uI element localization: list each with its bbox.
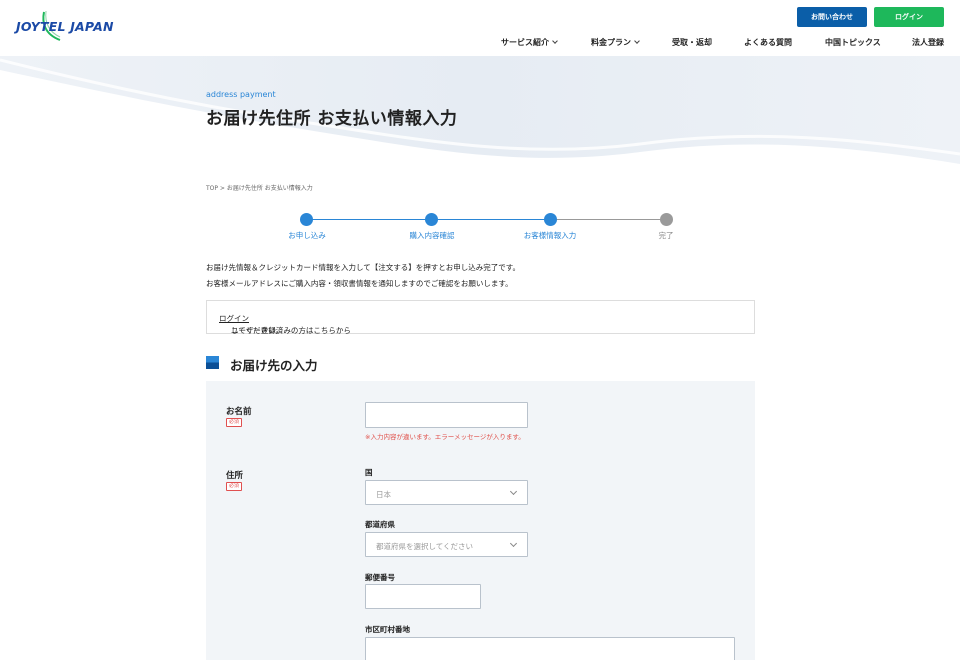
step-label-confirm: 購入内容確認 <box>409 231 455 240</box>
nav-label: サービス紹介 <box>501 38 549 47</box>
city-input[interactable] <box>365 637 735 660</box>
required-badge: 必須 <box>226 418 243 427</box>
section-marker-icon <box>206 356 219 369</box>
stepper-remaining-line <box>550 219 666 220</box>
hero-band <box>0 56 960 196</box>
prefecture-label: 都道府県 <box>365 520 395 529</box>
step-label-apply: お申し込み <box>288 231 326 240</box>
login-notice-box: ユーザー登録済みの方はこちらから ログイン してください。 <box>206 300 755 335</box>
step-dot-apply <box>300 213 313 226</box>
postal-code-input[interactable] <box>365 584 481 609</box>
login-notice-after: してください。 <box>231 326 284 335</box>
nav-faq[interactable]: よくある質問 <box>744 37 792 48</box>
prefecture-select-placeholder: 都道府県を選択してください <box>376 542 474 551</box>
step-label-complete: 完了 <box>658 231 674 240</box>
country-label: 国 <box>365 468 373 477</box>
chevron-down-icon <box>634 38 640 44</box>
city-label: 市区町村番地 <box>365 625 410 634</box>
country-select[interactable]: 日本 <box>365 480 528 505</box>
intro-line-1: お届け先情報＆クレジットカード情報を入力して【注文する】を押すとお申し込み完了で… <box>206 263 521 272</box>
logo-text: JOYTEL JAPAN <box>16 19 114 34</box>
nav-pickup-return[interactable]: 受取・返却 <box>672 37 712 48</box>
hero-wave-background <box>0 56 960 164</box>
required-badge: 必須 <box>226 482 243 491</box>
chevron-down-icon <box>552 38 558 44</box>
hero-subtitle: address payment <box>206 90 276 99</box>
step-dot-confirm <box>425 213 438 226</box>
joytel-logo[interactable]: JOYTEL JAPAN <box>16 10 126 44</box>
nav-service[interactable]: サービス紹介 <box>501 37 558 48</box>
section-title: お届け先の入力 <box>230 358 318 373</box>
page-title: お届け先住所 お支払い情報入力 <box>206 109 458 129</box>
intro-line-2: お客様メールアドレスにご購入内容・領収書情報を通知しますのでご確認をお願いします… <box>206 279 513 288</box>
login-button[interactable]: ログイン <box>874 7 944 27</box>
prefecture-select[interactable]: 都道府県を選択してください <box>365 532 528 557</box>
address-label: 住所 <box>226 471 244 481</box>
country-select-value: 日本 <box>376 490 391 499</box>
name-input[interactable] <box>365 402 528 428</box>
nav-label: 料金プラン <box>591 38 631 47</box>
delivery-form-panel: お名前 必須 ※入力内容が違います。エラーメッセージが入ります。 住所 必須 国… <box>206 381 755 660</box>
name-label: お名前 <box>226 407 252 417</box>
step-label-customer-info: お客様情報入力 <box>523 231 577 240</box>
name-error-message: ※入力内容が違います。エラーメッセージが入ります。 <box>365 433 525 441</box>
nav-pricing[interactable]: 料金プラン <box>591 37 640 48</box>
chevron-down-icon <box>509 539 518 548</box>
step-dot-complete <box>660 213 673 226</box>
breadcrumb: TOP > お届け先住所 お支払い情報入力 <box>206 185 313 192</box>
postal-code-label: 郵便番号 <box>365 573 395 582</box>
chevron-down-icon <box>509 487 518 496</box>
login-link[interactable]: ログイン <box>219 314 249 323</box>
nav-china-topics[interactable]: 中国トピックス <box>825 37 881 48</box>
login-notice-text: ユーザー登録済みの方はこちらから ログイン してください。 <box>219 313 351 335</box>
nav-corporate[interactable]: 法人登録 <box>912 37 944 48</box>
contact-button[interactable]: お問い合わせ <box>797 7 867 27</box>
step-dot-customer-info <box>544 213 557 226</box>
site-header: JOYTEL JAPAN お問い合わせ ログイン サービス紹介 料金プラン 受取… <box>0 0 960 56</box>
